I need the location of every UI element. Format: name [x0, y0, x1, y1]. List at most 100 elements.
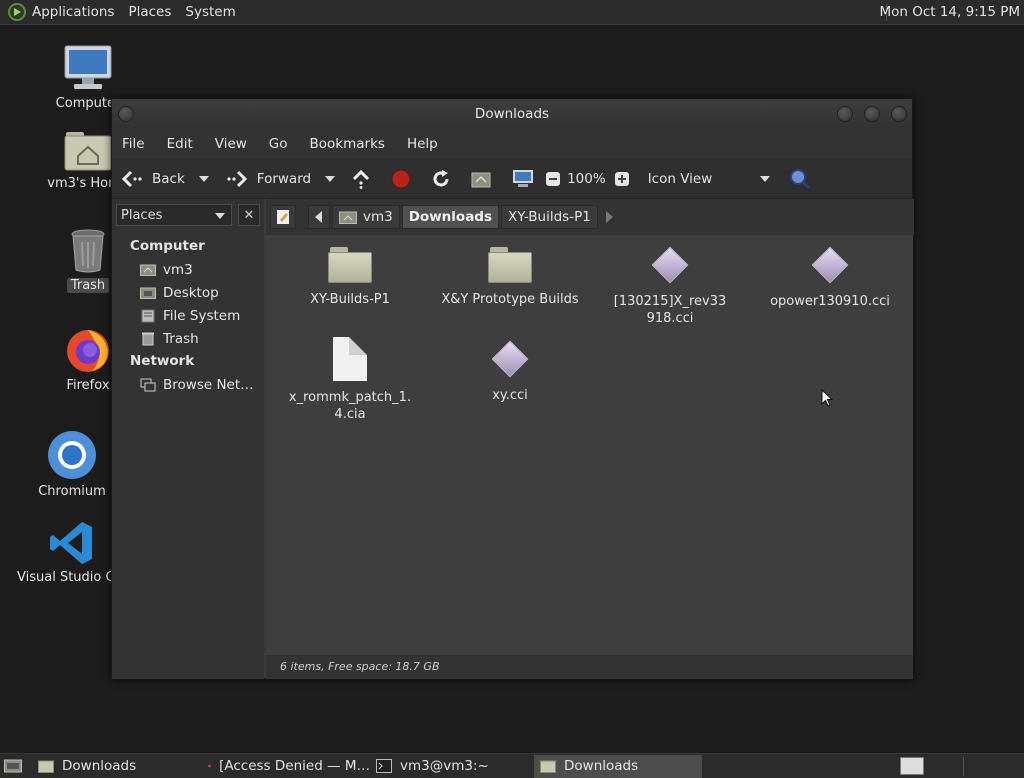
- sidebar-item-label: Trash: [163, 330, 199, 347]
- zoom-out-icon[interactable]: [541, 167, 565, 191]
- network-icon: [140, 378, 156, 392]
- back-label: Back: [152, 170, 185, 187]
- computer-icon[interactable]: [511, 167, 535, 191]
- zoom-in-icon[interactable]: [610, 167, 634, 191]
- taskbar-separator: [963, 757, 964, 776]
- side-heading-computer: Computer: [130, 238, 205, 254]
- side-pane-header: Places ✕: [112, 199, 264, 231]
- taskbar-item-downloads-active[interactable]: Downloads: [534, 754, 702, 778]
- side-pane-selector[interactable]: Places: [116, 204, 232, 226]
- clock[interactable]: Mon Oct 14, 9:15 PM: [879, 4, 1020, 20]
- path-scroll-left-button[interactable]: [308, 205, 330, 229]
- sidebar-item-desktop[interactable]: Desktop: [112, 281, 264, 304]
- forward-button[interactable]: Forward: [225, 167, 311, 191]
- workspace-switcher[interactable]: [900, 757, 924, 775]
- taskbar-item-label: [Access Denied — M…: [219, 758, 370, 774]
- taskbar-item-firefox[interactable]: [Access Denied — M…: [202, 755, 370, 778]
- file-item-cci[interactable]: xy.cci: [430, 339, 590, 404]
- minimize-button[interactable]: [837, 106, 853, 122]
- path-segment-downloads[interactable]: Downloads: [401, 205, 500, 229]
- stop-icon[interactable]: [389, 167, 413, 191]
- path-segment-label: vm3: [363, 209, 393, 225]
- taskbar-item-terminal[interactable]: vm3@vm3:~: [370, 755, 534, 778]
- taskbar-item-label: vm3@vm3:~: [400, 758, 489, 774]
- menu-go[interactable]: Go: [269, 136, 288, 152]
- sidebar-item-trash[interactable]: Trash: [112, 327, 264, 350]
- file-name: xy.cci: [492, 388, 528, 403]
- sidebar-item-browse-network[interactable]: Browse Net…: [112, 373, 264, 396]
- file-item-cci[interactable]: opower130910.cci: [750, 245, 910, 310]
- document-icon: [333, 337, 367, 381]
- chevron-left-icon: [315, 211, 322, 223]
- file-item-folder[interactable]: XY-Builds-P1: [270, 247, 430, 308]
- path-bar: vm3 Downloads XY-Builds-P1: [266, 199, 914, 235]
- path-segment-label: XY-Builds-P1: [508, 209, 591, 225]
- window-titlebar[interactable]: Downloads: [112, 99, 912, 129]
- search-icon[interactable]: [788, 167, 812, 191]
- path-scroll-right-button[interactable]: [600, 205, 620, 229]
- chevron-right-icon: [605, 211, 613, 223]
- menu-file[interactable]: File: [122, 136, 145, 152]
- taskbar-item-downloads[interactable]: Downloads: [32, 755, 202, 778]
- view-mode-dropdown-arrow[interactable]: [759, 175, 770, 182]
- sidebar-item-label: vm3: [163, 261, 193, 278]
- file-name: [130215]X_rev33918.cci: [613, 294, 727, 326]
- applications-logo-icon[interactable]: [8, 3, 26, 21]
- maximize-button[interactable]: [864, 106, 880, 122]
- desktop-icon-label: Trash: [66, 278, 110, 293]
- folder-icon: [38, 760, 54, 773]
- menu-bookmarks[interactable]: Bookmarks: [310, 136, 385, 152]
- zoom-level: 100%: [567, 170, 606, 187]
- status-bar: 6 items, Free space: 18.7 GB: [266, 655, 913, 679]
- up-arrow-icon[interactable]: [349, 167, 373, 191]
- forward-label: Forward: [256, 170, 312, 187]
- file-name: XY-Builds-P1: [310, 292, 390, 307]
- window-title: Downloads: [474, 106, 550, 122]
- file-item-cci[interactable]: [130215]X_rev33918.cci: [590, 245, 750, 327]
- toolbar: Back Forward 100% Icon View: [112, 159, 912, 199]
- home-icon: [140, 263, 156, 277]
- toggle-location-entry-button[interactable]: [270, 205, 296, 229]
- file-view[interactable]: XY-Builds-P1 X&Y Prototype Builds [13021…: [266, 235, 913, 655]
- back-button[interactable]: Back: [120, 167, 185, 191]
- home-icon: [339, 211, 357, 224]
- sidebar-item-vm3[interactable]: vm3: [112, 258, 264, 281]
- cci-file-icon: [810, 245, 850, 285]
- file-manager-window: Downloads File Edit View Go Bookmarks He…: [111, 98, 914, 679]
- path-segment-label: Downloads: [408, 209, 493, 225]
- show-desktop-icon[interactable]: [0, 759, 26, 773]
- file-item-folder[interactable]: X&Y Prototype Builds: [430, 247, 590, 308]
- path-segment-xy-builds[interactable]: XY-Builds-P1: [501, 205, 598, 229]
- taskbar-item-label: Downloads: [564, 758, 639, 774]
- home-folder-icon: [64, 132, 112, 171]
- view-mode-select[interactable]: Icon View: [648, 171, 760, 187]
- desktop-folder-icon: [140, 286, 156, 300]
- close-side-pane-icon[interactable]: ✕: [238, 204, 260, 226]
- menu-view[interactable]: View: [215, 136, 247, 152]
- forward-history-dropdown[interactable]: [325, 175, 336, 182]
- menu-help[interactable]: Help: [407, 136, 438, 152]
- back-history-dropdown[interactable]: [198, 175, 209, 182]
- drive-icon: [140, 309, 156, 323]
- file-name: x_rommk_patch_1.4.cia: [288, 390, 412, 422]
- mouse-pointer-icon: [821, 389, 833, 407]
- home-icon[interactable]: [469, 167, 493, 191]
- applications-menu[interactable]: Applications: [32, 4, 114, 20]
- taskbar-item-label: Downloads: [62, 758, 137, 774]
- firefox-icon: [208, 764, 211, 768]
- reload-icon[interactable]: [429, 167, 453, 191]
- file-name: opower130910.cci: [770, 294, 890, 309]
- places-menu[interactable]: Places: [128, 4, 171, 20]
- system-menu[interactable]: System: [185, 4, 235, 20]
- trash-icon: [140, 332, 156, 346]
- menu-edit[interactable]: Edit: [167, 136, 193, 152]
- sidebar-item-file-system[interactable]: File System: [112, 304, 264, 327]
- cci-file-icon: [650, 245, 690, 285]
- folder-icon: [328, 247, 372, 283]
- file-item-document[interactable]: x_rommk_patch_1.4.cia: [270, 337, 430, 423]
- path-segment-vm3[interactable]: vm3: [332, 205, 400, 229]
- close-button[interactable]: [891, 106, 907, 122]
- back-arrow-icon: [120, 167, 144, 191]
- side-pane-selector-label: Places: [121, 207, 163, 223]
- chromium-icon: [48, 431, 96, 479]
